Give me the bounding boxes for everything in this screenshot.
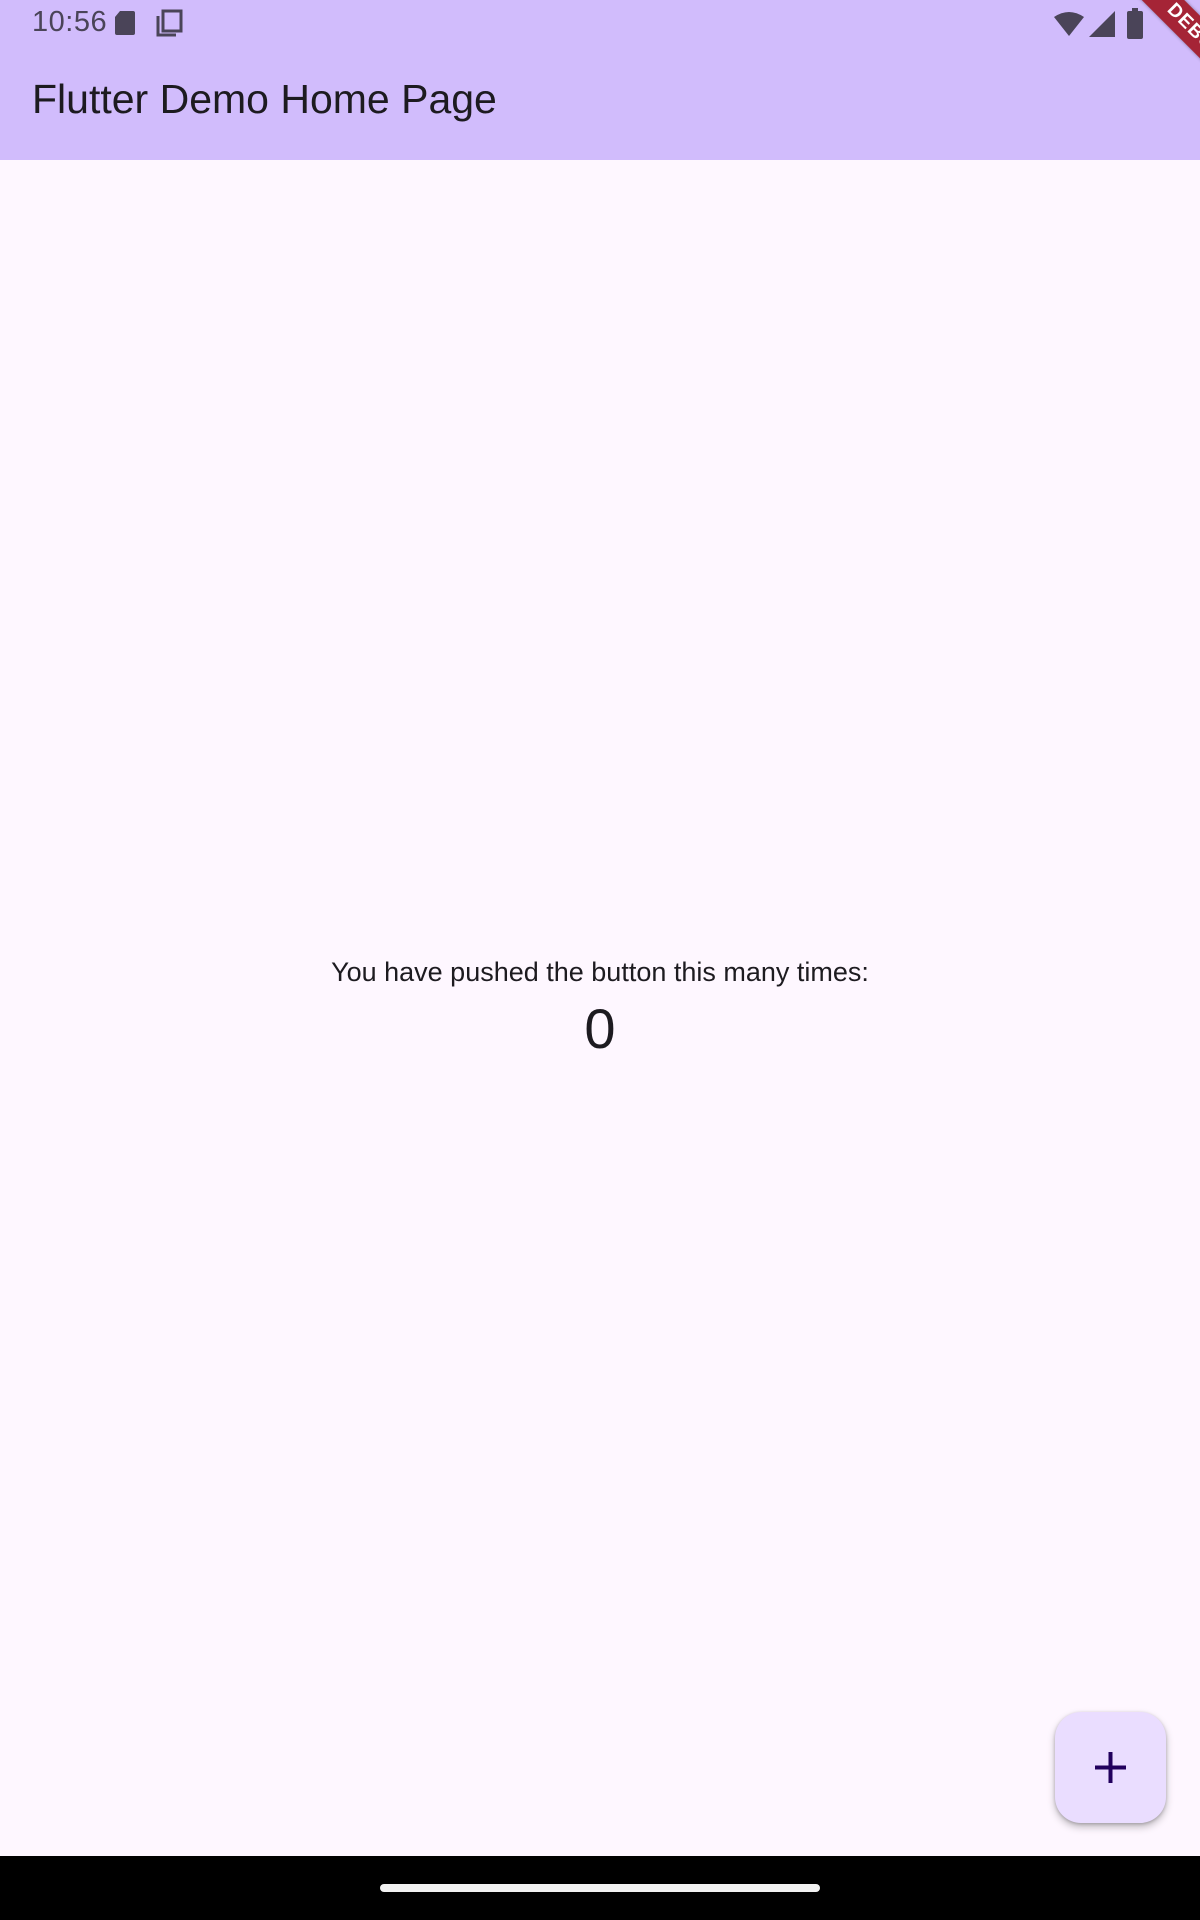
sd-card-icon [114,10,136,41]
debug-banner-label: DEBUG [1114,0,1200,115]
system-navigation-bar [0,1856,1200,1920]
increment-fab-button[interactable] [1055,1712,1166,1823]
counter-section: You have pushed the button this many tim… [0,952,1200,1064]
copy-icon [155,9,183,42]
counter-value: 0 [584,997,616,1060]
app-bar: Flutter Demo Home Page [0,48,1200,160]
status-bar: 10:56 [0,0,1200,48]
status-time: 10:56 [32,6,108,38]
plus-icon [1093,1750,1128,1790]
counter-label: You have pushed the button this many tim… [331,957,869,987]
app-bar-title: Flutter Demo Home Page [32,76,497,122]
debug-banner: DEBUG [1080,0,1200,120]
home-gesture-handle[interactable] [380,1884,820,1892]
